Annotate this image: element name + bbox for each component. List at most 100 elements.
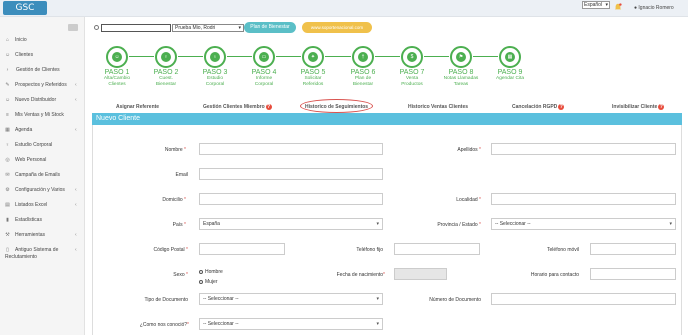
fecha-nacimiento-field[interactable] — [394, 268, 447, 280]
sidebar-item[interactable]: ⚙ Configuración y Varios ‹ — [0, 187, 85, 197]
sidebar-item-label: Mis Ventas y Mi Stock — [15, 112, 64, 118]
app-logo[interactable]: GSC — [3, 1, 47, 15]
step-description: Corporal — [254, 82, 274, 87]
sidebar-item[interactable]: ▯ Antiguo Sistema de Reclutamiento ‹ — [0, 247, 85, 261]
provincia-select[interactable]: -- Seleccionar -- ▾ — [491, 218, 676, 230]
step-number: PASO 6 — [350, 69, 376, 76]
step-circle: ▦ — [499, 46, 521, 68]
step-number: PASO 9 — [497, 69, 523, 76]
help-icon[interactable]: ? — [558, 104, 565, 110]
step-5[interactable]: ✦ PASO 5 Solicitar Referidos — [293, 46, 333, 88]
step-circle: ✦ — [302, 46, 324, 68]
telefono-fijo-field[interactable] — [394, 243, 480, 255]
help-icon[interactable]: ? — [265, 104, 272, 110]
step-1[interactable]: ☺ PASO 1 Alta/Cambio Clientes — [97, 46, 137, 88]
step-4[interactable]: ▭ PASO 4 Informe Corporal — [244, 46, 284, 88]
sidebar-item[interactable]: ✉ Campaña de Emails — [0, 172, 85, 182]
horario-field[interactable] — [590, 268, 676, 280]
step-number: PASO 4 — [251, 69, 277, 76]
chevron-left-icon: ‹ — [75, 202, 77, 208]
sidebar-item[interactable]: ✎ Prospectos y Referidos ‹ — [0, 82, 85, 92]
bell-icon[interactable] — [614, 3, 622, 11]
sidebar-item-label: Inicio — [15, 37, 27, 43]
tab-item[interactable]: Invisibilizar Cliente? — [612, 104, 665, 110]
chevron-down-icon: ▾ — [669, 221, 672, 227]
tipo-documento-label: Tipo de Documento — [144, 297, 188, 303]
help-icon[interactable]: ? — [658, 104, 665, 110]
tab-item[interactable]: Gestión Clientes Miembro? — [203, 104, 272, 110]
tipo-documento-select[interactable]: -- Seleccionar -- ▾ — [199, 293, 383, 305]
numero-documento-field[interactable] — [491, 293, 676, 305]
telefono-movil-field[interactable] — [590, 243, 676, 255]
sidebar-item[interactable]: ◎ Web Personal — [0, 157, 85, 167]
step-3[interactable]: ♁ PASO 3 Estudio Corporal — [195, 46, 235, 88]
client-select[interactable]: Prueba Mio, Rodri ▾ — [172, 24, 244, 32]
tab-item[interactable]: Cancelación RGPD? — [512, 104, 565, 110]
plan-bienestar-button[interactable]: Plan de Bienestar — [244, 22, 296, 33]
step-description: Clientes — [108, 82, 126, 87]
hombre-radio[interactable]: Hombre — [199, 269, 223, 275]
sidebar-item-label: Web Personal — [15, 157, 47, 163]
website-button[interactable]: www.soportenacional.com — [302, 22, 372, 33]
chevron-left-icon: ‹ — [75, 232, 77, 238]
step-circle: ♁ — [204, 46, 226, 68]
body-icon: ♀ — [5, 142, 10, 148]
user-menu[interactable]: ● Ignacio Romero — [634, 5, 674, 11]
sidebar-item[interactable]: ☺ Clientes — [0, 52, 85, 62]
user-name: Ignacio Romero — [638, 5, 674, 11]
localidad-field[interactable] — [491, 193, 676, 205]
tab-label: Historico Ventas Clientes — [408, 104, 469, 110]
step-number: PASO 2 — [153, 69, 179, 76]
step-8[interactable]: ⚑ PASO 8 Notas Llamadas Tareas — [441, 46, 481, 88]
chevron-left-icon: ‹ — [75, 97, 77, 103]
tab-item[interactable]: Asignar Referente — [116, 104, 159, 110]
nombre-field[interactable] — [199, 143, 383, 155]
sidebar-toggle-button[interactable] — [68, 24, 78, 31]
person-icon: ♀ — [161, 52, 171, 62]
calendar-icon: ▦ — [505, 52, 515, 62]
sidebar-item[interactable]: ▦ Agenda ‹ — [0, 127, 85, 137]
step-description: Referidos — [302, 82, 324, 87]
tab-label: Cancelación RGPD — [512, 104, 558, 110]
apellidos-field[interactable] — [491, 143, 676, 155]
step-2[interactable]: ♀ PASO 2 Cuest. Bienestar — [146, 46, 186, 88]
sidebar-item[interactable]: ⚒ Herramientas ‹ — [0, 232, 85, 242]
como-conocio-select[interactable]: -- Seleccionar -- ▾ — [199, 318, 383, 330]
domicilio-field[interactable] — [199, 193, 383, 205]
numero-documento-label: Número de Documento — [429, 297, 481, 303]
mujer-radio[interactable]: Mujer — [199, 279, 218, 285]
email-field[interactable] — [199, 168, 383, 180]
step-7[interactable]: $ PASO 7 Venta Productos — [392, 46, 432, 88]
sidebar-item[interactable]: › Gestión de Clientes — [0, 67, 85, 77]
sidebar-item[interactable]: ⌂ Inicio — [0, 37, 85, 47]
sidebar-item-label: Herramientas — [15, 232, 46, 238]
provincia-label: Provincia / Estado * — [437, 222, 481, 228]
chevron-left-icon: ‹ — [75, 247, 77, 253]
file-icon: ▯ — [6, 247, 9, 253]
como-conocio-value: -- Seleccionar -- — [203, 321, 239, 327]
search-input[interactable] — [101, 24, 171, 32]
tag-icon: ⚑ — [456, 52, 466, 62]
language-select[interactable]: Español ▾ — [582, 1, 610, 9]
step-description: Corporal — [205, 82, 225, 87]
monitor-icon: ▭ — [259, 52, 269, 62]
step-circle: $ — [401, 46, 423, 68]
sidebar-item[interactable]: ▮ Estadísticas — [0, 217, 85, 227]
step-circle: ▭ — [253, 46, 275, 68]
sidebar-item[interactable]: ▤ Listados Excel ‹ — [0, 202, 85, 212]
top-bar: GSC Español ▾ ● Ignacio Romero — [0, 0, 688, 17]
sidebar-item-label: Configuración y Varios — [15, 187, 65, 193]
step-9[interactable]: ▦ PASO 9 Agendar Cita — [490, 46, 530, 82]
sidebar-item[interactable]: ♀ Estudio Corporal — [0, 142, 85, 152]
pais-select[interactable]: España ▾ — [199, 218, 383, 230]
step-6[interactable]: † PASO 6 Plan de Bienestar — [343, 46, 383, 88]
calendar-icon: ▦ — [5, 127, 10, 133]
sidebar-item[interactable]: ≡ Mis Ventas y Mi Stock — [0, 112, 85, 122]
telefono-movil-label: Teléfono móvil — [547, 247, 579, 253]
tab-item[interactable]: Historico Ventas Clientes — [408, 104, 468, 110]
chevron-down-icon: ▾ — [376, 221, 379, 227]
sidebar-item[interactable]: ☺ Nuevo Distribuidor ‹ — [0, 97, 85, 107]
table-icon: ▤ — [5, 202, 10, 208]
codigo-postal-field[interactable] — [199, 243, 285, 255]
chevron-down-icon: ▾ — [605, 2, 608, 8]
